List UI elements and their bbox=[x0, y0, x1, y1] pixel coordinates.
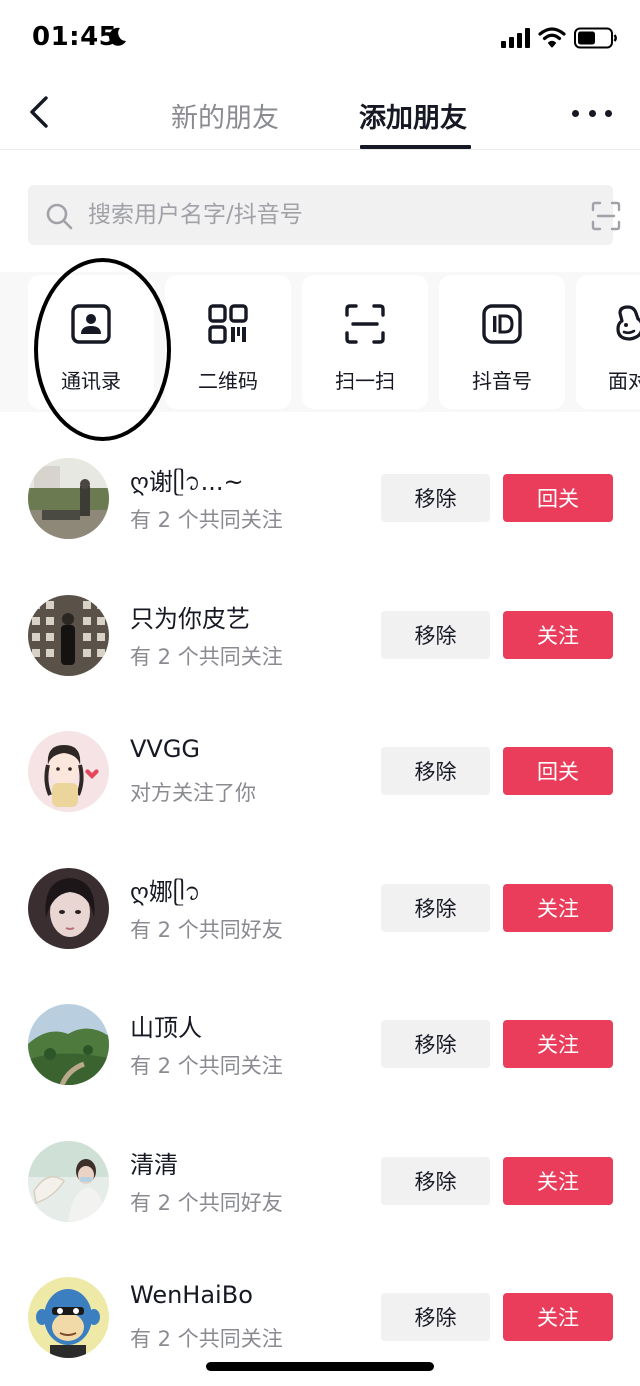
avatar[interactable] bbox=[28, 1004, 109, 1085]
friend-name: 山顶人 bbox=[130, 1014, 202, 1042]
quick-action-label: 通讯录 bbox=[61, 369, 121, 393]
friend-subtitle: 有 2 个共同好友 bbox=[130, 1191, 283, 1215]
quick-action-label: 二维码 bbox=[198, 369, 258, 393]
status-bar: 01:45 bbox=[0, 0, 640, 80]
friend-subtitle: 对方关注了你 bbox=[130, 781, 256, 805]
avatar[interactable] bbox=[28, 731, 109, 812]
quick-action-label: 面对 bbox=[608, 369, 640, 393]
qr-code-icon bbox=[208, 304, 248, 344]
remove-button[interactable]: 移除 bbox=[381, 611, 490, 659]
friend-subtitle: 有 2 个共同关注 bbox=[130, 645, 283, 669]
remove-button[interactable]: 移除 bbox=[381, 474, 490, 522]
moon-icon bbox=[109, 27, 126, 46]
contacts-icon bbox=[71, 304, 111, 344]
scan-icon[interactable] bbox=[591, 201, 621, 231]
remove-button[interactable]: 移除 bbox=[381, 1020, 490, 1068]
more-dot bbox=[572, 109, 579, 117]
remove-button[interactable]: 移除 bbox=[381, 884, 490, 932]
friend-name: ღ谢ᥫ᭡...~ bbox=[130, 468, 244, 496]
friend-name: WenHaiBo bbox=[130, 1281, 253, 1309]
avatar[interactable] bbox=[28, 458, 109, 539]
remove-button[interactable]: 移除 bbox=[381, 1293, 490, 1341]
home-indicator[interactable] bbox=[206, 1362, 434, 1371]
avatar-image bbox=[28, 595, 109, 676]
remove-button[interactable]: 移除 bbox=[381, 747, 490, 795]
signal-icon bbox=[501, 28, 530, 48]
avatar-image bbox=[28, 731, 109, 812]
battery-icon bbox=[574, 27, 617, 49]
status-time: 01:45 bbox=[32, 22, 118, 52]
list-item[interactable]: 只为你皮艺 有 2 个共同关注 移除 关注 bbox=[0, 595, 640, 695]
wifi-icon bbox=[538, 27, 566, 48]
friend-subtitle: 有 2 个共同关注 bbox=[130, 508, 283, 532]
nav-bar: 新的朋友 添加朋友 bbox=[0, 80, 640, 150]
avatar[interactable] bbox=[28, 1277, 109, 1358]
avatar-image bbox=[28, 1141, 109, 1222]
quick-action-face-to-face[interactable]: 面对 bbox=[576, 275, 640, 409]
quick-action-qr-code[interactable]: 二维码 bbox=[165, 275, 291, 409]
search-bar[interactable] bbox=[28, 185, 621, 245]
follow-button[interactable]: 关注 bbox=[503, 1293, 613, 1341]
quick-action-contacts[interactable]: 通讯录 bbox=[28, 275, 154, 409]
follow-button[interactable]: 关注 bbox=[503, 1020, 613, 1068]
tab-add-friends[interactable]: 添加朋友 bbox=[359, 96, 467, 135]
quick-action-label: 抖音号 bbox=[472, 369, 532, 393]
follow-button[interactable]: 关注 bbox=[503, 884, 613, 932]
quick-action-label: 扫一扫 bbox=[335, 369, 395, 393]
list-item[interactable]: 山顶人 有 2 个共同关注 移除 关注 bbox=[0, 1004, 640, 1104]
scan-icon bbox=[345, 304, 385, 344]
friend-subtitle: 有 2 个共同关注 bbox=[130, 1054, 283, 1078]
more-dot bbox=[605, 109, 612, 117]
avatar-image bbox=[28, 868, 109, 949]
search-input[interactable] bbox=[88, 185, 548, 245]
list-item[interactable]: ღ谢ᥫ᭡...~ 有 2 个共同关注 移除 回关 bbox=[0, 458, 640, 558]
remove-button[interactable]: 移除 bbox=[381, 1157, 490, 1205]
list-item[interactable]: ღ娜ᥫ᭡ 有 2 个共同好友 移除 关注 bbox=[0, 868, 640, 968]
tab-underline bbox=[360, 145, 471, 149]
tab-new-friends[interactable]: 新的朋友 bbox=[171, 96, 279, 135]
id-icon bbox=[482, 304, 522, 344]
friend-subtitle: 有 2 个共同好友 bbox=[130, 918, 283, 942]
avatar-image bbox=[28, 1004, 109, 1085]
quick-action-douyin-id[interactable]: 抖音号 bbox=[439, 275, 565, 409]
list-item[interactable]: 清清 有 2 个共同好友 移除 关注 bbox=[0, 1141, 640, 1241]
avatar[interactable] bbox=[28, 868, 109, 949]
avatar-image bbox=[28, 458, 109, 539]
more-icon[interactable] bbox=[572, 100, 612, 126]
follow-button[interactable]: 关注 bbox=[503, 611, 613, 659]
quick-action-scan[interactable]: 扫一扫 bbox=[302, 275, 428, 409]
friend-name: ღ娜ᥫ᭡ bbox=[130, 878, 201, 906]
follow-button[interactable]: 关注 bbox=[503, 1157, 613, 1205]
follow-back-button[interactable]: 回关 bbox=[503, 474, 613, 522]
search-icon bbox=[46, 203, 73, 230]
avatar-image bbox=[28, 1277, 109, 1358]
avatar[interactable] bbox=[28, 1141, 109, 1222]
quick-actions: 通讯录 二维码 扫一扫 抖音号 面对 bbox=[0, 272, 640, 412]
follow-back-button[interactable]: 回关 bbox=[503, 747, 613, 795]
more-dot bbox=[588, 109, 596, 117]
friend-subtitle: 有 2 个共同关注 bbox=[130, 1327, 283, 1351]
friend-name: VVGG bbox=[130, 735, 201, 763]
list-item[interactable]: VVGG 对方关注了你 移除 回关 bbox=[0, 731, 640, 831]
face-to-face-icon bbox=[616, 305, 640, 341]
friend-name: 只为你皮艺 bbox=[130, 605, 250, 633]
back-icon[interactable] bbox=[20, 94, 60, 134]
avatar[interactable] bbox=[28, 595, 109, 676]
friend-name: 清清 bbox=[130, 1151, 178, 1179]
